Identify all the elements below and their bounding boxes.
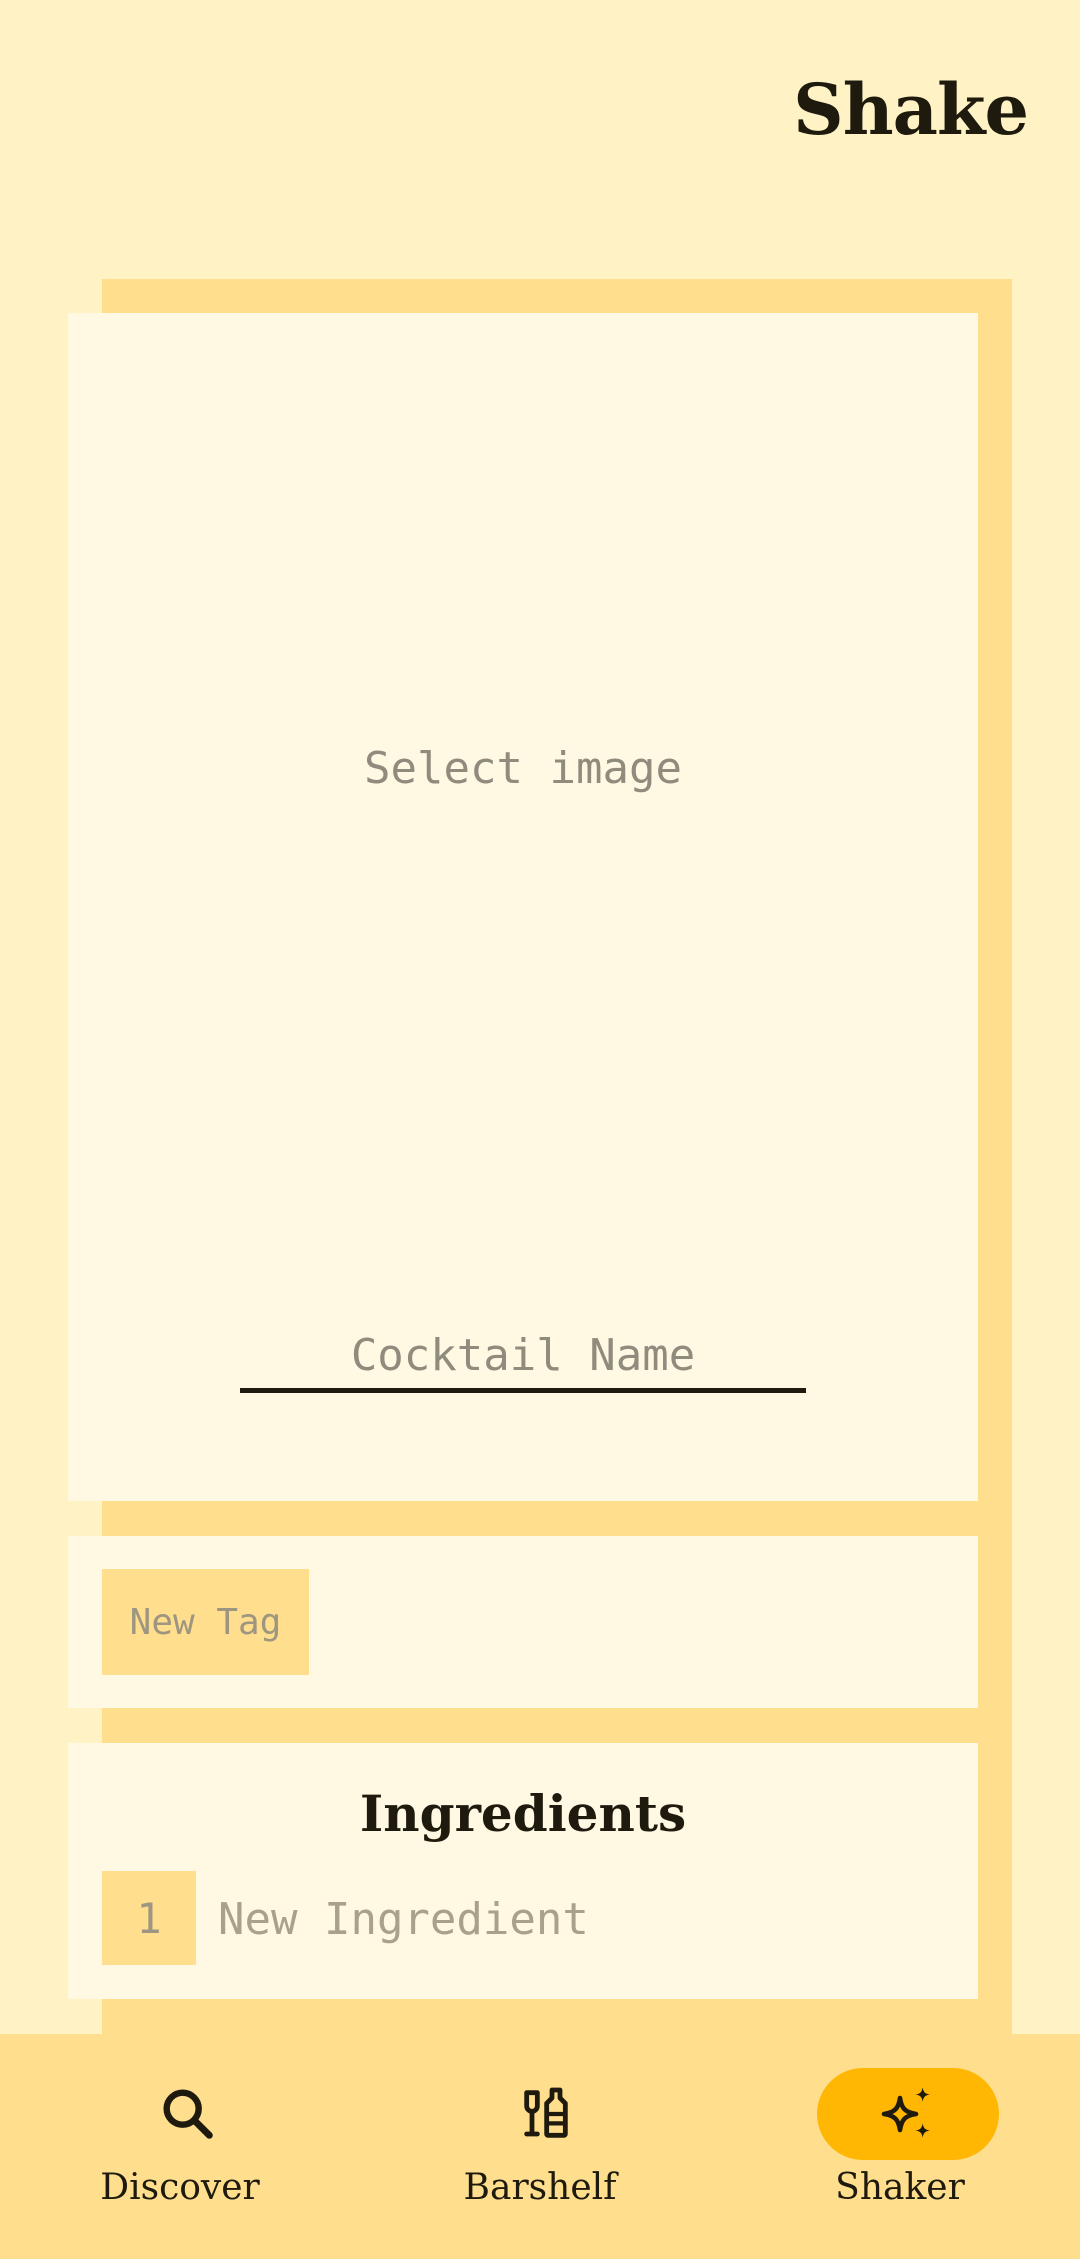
tags-card: New Tag	[68, 1536, 978, 1708]
new-ingredient-input[interactable]	[218, 1881, 918, 1957]
sparkles-icon	[881, 2087, 930, 2138]
ingredient-number: 1	[102, 1871, 196, 1965]
app-title: Shake	[793, 68, 1029, 151]
nav-label-barshelf: Barshelf	[463, 2167, 617, 2208]
nav-label-discover: Discover	[100, 2167, 260, 2208]
bottom-navigation: Discover Barshelf Shaker	[0, 2034, 1080, 2259]
ingredients-card: Ingredients 1	[68, 1743, 978, 1999]
nav-pill-shaker-active	[817, 2068, 999, 2160]
search-icon	[163, 2089, 213, 2139]
cocktail-name-input[interactable]	[240, 1323, 806, 1393]
nav-item-shaker[interactable]: Shaker	[720, 2034, 1080, 2259]
nav-item-barshelf[interactable]: Barshelf	[360, 2034, 720, 2259]
nav-label-shaker: Shaker	[835, 2167, 965, 2208]
bottle-glass-icon	[524, 2087, 568, 2138]
nav-pill-discover	[97, 2068, 279, 2160]
image-picker-card[interactable]: Select image	[68, 313, 978, 1501]
select-image-label[interactable]: Select image	[68, 743, 978, 794]
ingredients-title: Ingredients	[359, 1784, 687, 1843]
nav-pill-barshelf	[457, 2068, 639, 2160]
new-tag-button[interactable]: New Tag	[102, 1569, 309, 1675]
nav-item-discover[interactable]: Discover	[0, 2034, 360, 2259]
